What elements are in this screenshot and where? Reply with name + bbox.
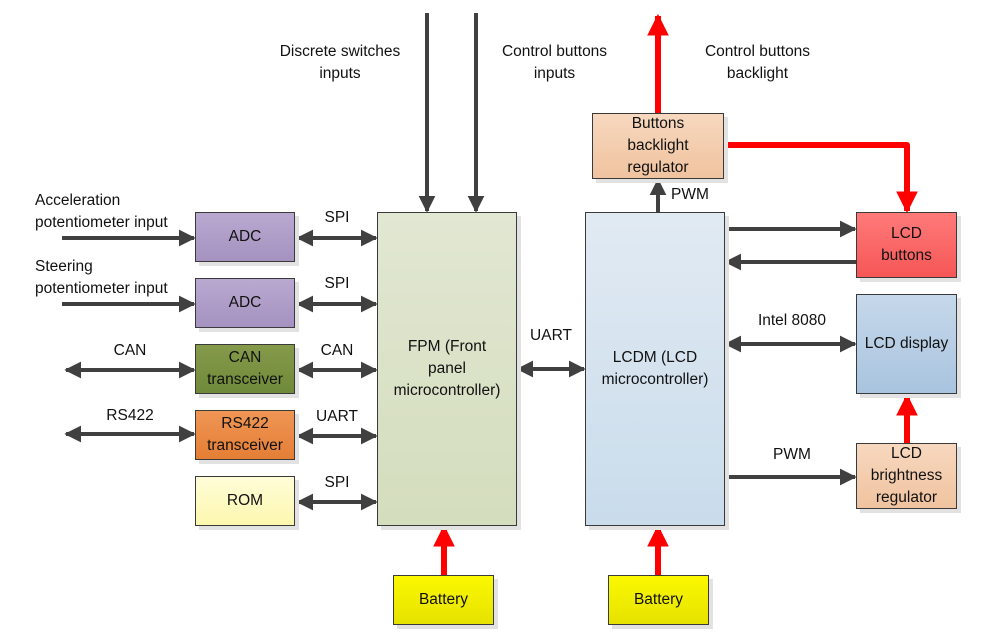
adc-block-acceleration: ADC bbox=[195, 212, 295, 262]
acceleration-input-label: Acceleration potentiometer input bbox=[35, 192, 168, 231]
battery-block-fpm: Battery bbox=[393, 575, 494, 625]
brightness-pwm-label: PWM bbox=[773, 446, 811, 463]
can-bus-label: CAN bbox=[320, 342, 354, 359]
lcd-display-block: LCD display bbox=[856, 294, 957, 394]
can-external-label: CAN bbox=[113, 342, 147, 359]
adc2-spi-label: SPI bbox=[324, 275, 350, 292]
control-buttons-inputs-label: Control buttons inputs bbox=[501, 43, 608, 82]
can-transceiver-block: CAN transceiver bbox=[195, 344, 295, 394]
lcd-buttons-backlight-power-arrow bbox=[723, 142, 918, 214]
rs422-external-label: RS422 bbox=[106, 407, 154, 424]
backlight-pwm-label: PWM bbox=[671, 186, 709, 203]
rom-spi-label: SPI bbox=[324, 474, 350, 491]
control-buttons-backlight-label: Control buttons backlight bbox=[704, 43, 811, 82]
lcdm-block: LCDM (LCD microcontroller) bbox=[585, 212, 725, 526]
steering-input-label: Steering potentiometer input bbox=[35, 258, 168, 297]
battery-block-lcdm: Battery bbox=[608, 575, 709, 625]
intel8080-label: Intel 8080 bbox=[757, 312, 827, 329]
buttons-backlight-regulator-block: Buttons backlight regulator bbox=[592, 113, 724, 179]
rom-block: ROM bbox=[195, 476, 295, 526]
adc1-spi-label: SPI bbox=[324, 209, 350, 226]
fpm-lcdm-uart-label: UART bbox=[530, 327, 572, 344]
discrete-switches-label: Discrete switches inputs bbox=[279, 43, 401, 82]
rs422-uart-label: UART bbox=[316, 408, 358, 425]
rs422-transceiver-block: RS422 transceiver bbox=[195, 410, 295, 460]
fpm-block: FPM (Front panel microcontroller) bbox=[377, 212, 517, 526]
lcd-brightness-regulator-block: LCD brightness regulator bbox=[856, 443, 957, 509]
adc-block-steering: ADC bbox=[195, 278, 295, 328]
lcd-buttons-block: LCD buttons bbox=[856, 212, 957, 278]
